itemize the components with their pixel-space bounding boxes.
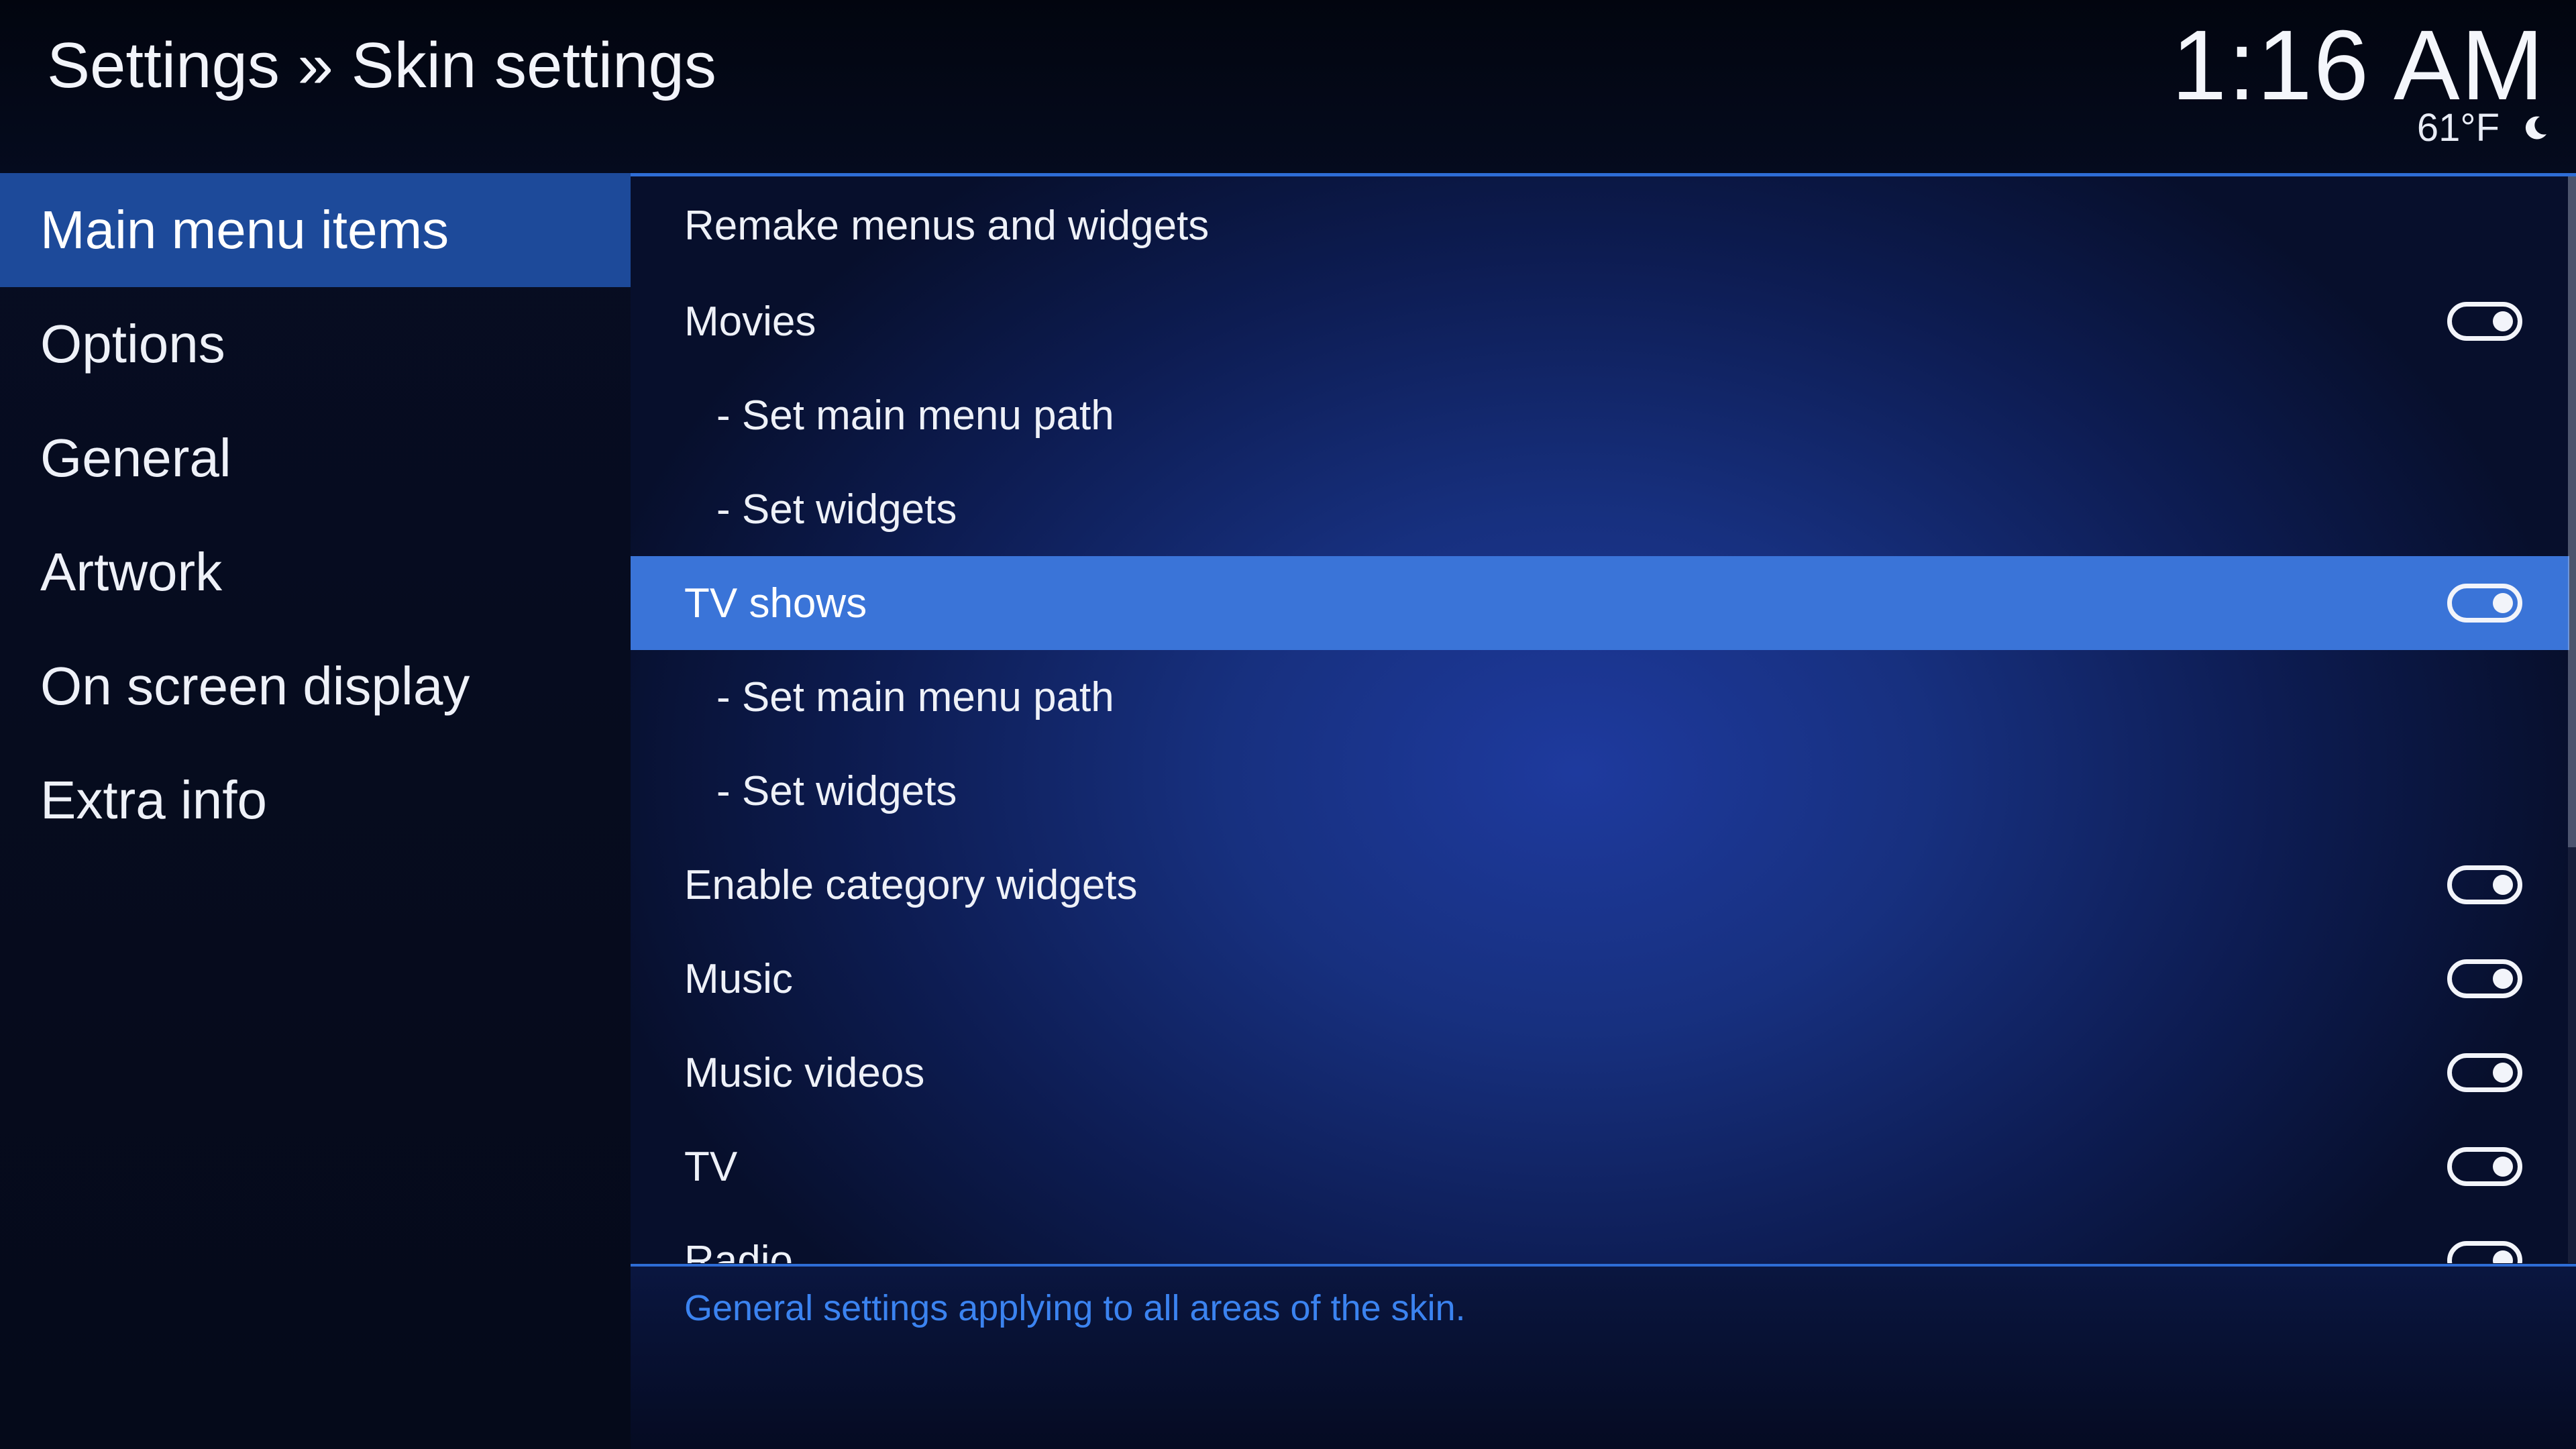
toggle-knob [2493,311,2513,331]
setting-label: - Set widgets [716,486,957,533]
setting-label: Remake menus and widgets [684,202,1210,249]
toggle-knob [2493,969,2513,989]
setting-radio[interactable]: Radio [631,1214,2569,1263]
sidebar-item-label: Options [40,314,225,374]
setting-remake-menus-and-widgets[interactable]: Remake menus and widgets [631,176,2569,274]
sidebar-item-label: General [40,428,231,488]
setting-label: - Set widgets [716,767,957,814]
sidebar-item-extra-info[interactable]: Extra info [0,743,631,857]
setting-tv-shows[interactable]: TV shows [631,556,2569,650]
sidebar-item-label: On screen display [40,656,470,716]
toggle-switch[interactable] [2447,1241,2522,1263]
setting-movies[interactable]: Movies [631,274,2569,368]
toggle-knob [2493,1157,2513,1177]
sidebar-item-label: Artwork [40,542,223,602]
setting-description: General settings applying to all areas o… [684,1288,1466,1328]
setting-label: - Set main menu path [716,674,1114,720]
setting-label: Enable category widgets [684,861,1138,908]
header-bar: Settings » Skin settings 1:16 AM 61°F [0,0,2576,173]
sidebar-item-general[interactable]: General [0,401,631,515]
setting-label: Movies [684,298,816,345]
setting-label: Music videos [684,1049,925,1096]
weather-info: 61°F [2417,101,2549,154]
sidebar-item-artwork[interactable]: Artwork [0,515,631,629]
setting-movies-set-widgets[interactable]: - Set widgets [631,462,2569,556]
toggle-switch[interactable] [2447,865,2522,904]
moon-icon [2525,116,2546,140]
scrollbar-thumb[interactable] [2568,176,2576,847]
setting-enable-category-widgets[interactable]: Enable category widgets [631,838,2569,932]
description-panel: General settings applying to all areas o… [631,1267,2576,1449]
toggle-knob [2493,1250,2513,1263]
setting-label: Radio [684,1237,793,1264]
toggle-switch[interactable] [2447,584,2522,623]
skin-settings-screen: Settings » Skin settings 1:16 AM 61°F Ma… [0,0,2576,1449]
settings-scrollbar[interactable] [2568,176,2576,1263]
breadcrumb: Settings » Skin settings [47,30,716,101]
toggle-switch[interactable] [2447,302,2522,341]
toggle-switch[interactable] [2447,959,2522,998]
sidebar-item-on-screen-display[interactable]: On screen display [0,629,631,743]
toggle-knob [2493,875,2513,895]
setting-label: TV [684,1143,738,1190]
sidebar-item-options[interactable]: Options [0,287,631,401]
settings-list: Remake menus and widgets Movies - Set ma… [631,176,2569,1263]
sidebar-item-label: Main menu items [40,200,449,260]
setting-label: TV shows [684,580,867,627]
setting-tv-shows-set-main-menu-path[interactable]: - Set main menu path [631,650,2569,744]
setting-movies-set-main-menu-path[interactable]: - Set main menu path [631,368,2569,462]
setting-label: Music [684,955,793,1002]
sidebar-item-main-menu-items[interactable]: Main menu items [0,173,631,287]
temperature: 61°F [2416,105,2500,150]
toggle-knob [2493,593,2513,613]
toggle-knob [2493,1063,2513,1083]
setting-tv[interactable]: TV [631,1120,2569,1214]
sidebar-item-label: Extra info [40,770,267,830]
settings-category-sidebar: Main menu items Options General Artwork … [0,173,631,1449]
toggle-switch[interactable] [2447,1147,2522,1186]
toggle-switch[interactable] [2447,1053,2522,1092]
setting-music-videos[interactable]: Music videos [631,1026,2569,1120]
setting-tv-shows-set-widgets[interactable]: - Set widgets [631,744,2569,838]
setting-label: - Set main menu path [716,392,1114,439]
setting-music[interactable]: Music [631,932,2569,1026]
